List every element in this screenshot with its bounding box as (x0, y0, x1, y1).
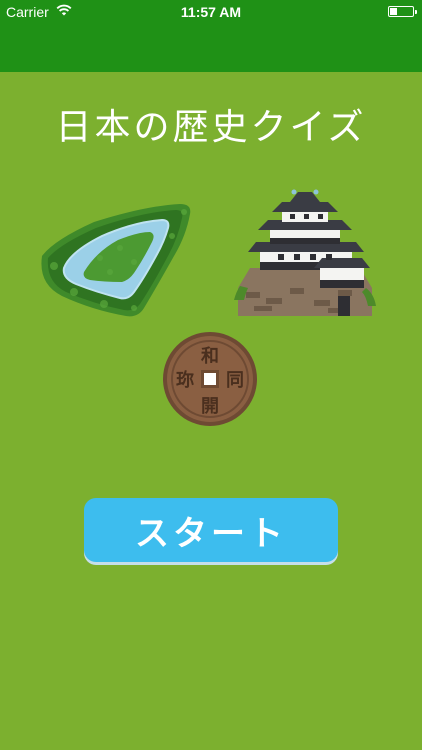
castle-illustration (234, 189, 376, 316)
coin-char-left: 珎 (176, 369, 194, 391)
status-bar: Carrier 11:57 AM (0, 0, 422, 24)
page-title: 日本の歴史クイズ (55, 107, 367, 148)
clock-time: 11:57 AM (180, 4, 242, 20)
kofun-illustration (41, 204, 191, 317)
coin-char-right: 同 (226, 370, 244, 391)
coin-char-top: 和 (201, 346, 219, 367)
start-button[interactable]: スタート (84, 498, 338, 562)
battery-icon (388, 6, 417, 17)
coin-char-bottom: 開 (201, 396, 219, 417)
coin-illustration: 和 同 開 珎 (163, 332, 257, 426)
quiz-home-screen: Carrier 11:57 AM 日本の歴史クイズ 和 同 開 珎 スタート (0, 0, 422, 750)
